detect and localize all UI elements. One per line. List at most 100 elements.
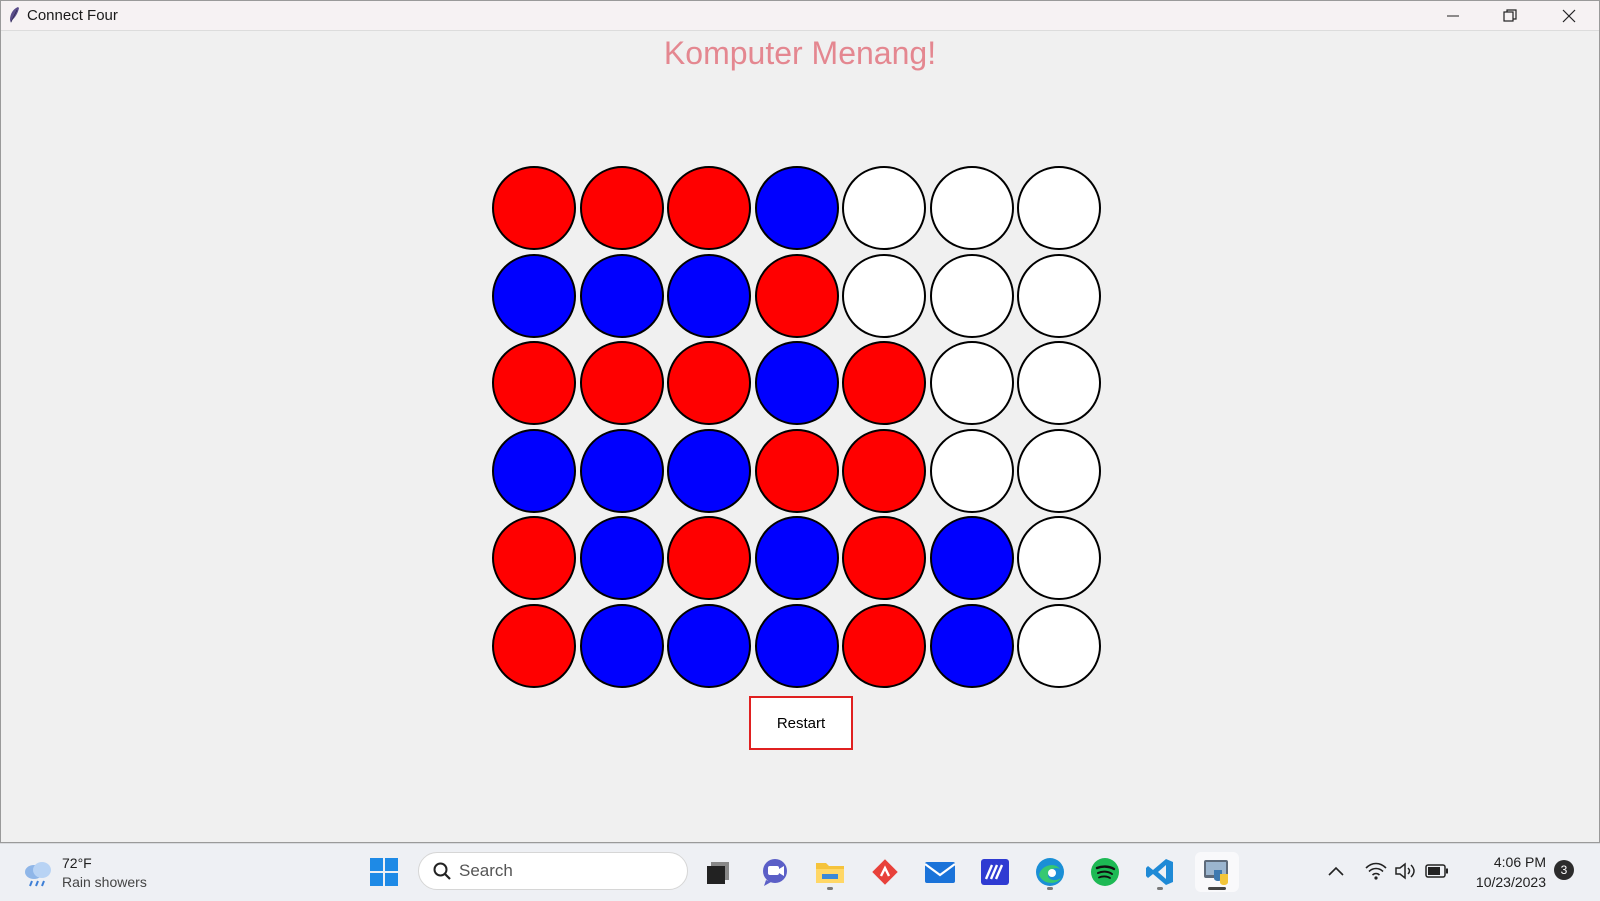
board-cell-empty[interactable] [1017,516,1101,600]
task-view-icon [707,862,729,884]
app-window: Connect Four Komputer Menang! Restart [0,0,1600,843]
task-view-button[interactable] [698,852,738,892]
spotify-icon [1091,858,1119,886]
board-cell-empty[interactable] [929,428,1014,513]
board-cell-empty[interactable] [1017,166,1101,250]
notification-badge[interactable]: 3 [1554,860,1574,880]
board-cell-red[interactable] [579,341,664,425]
board-cell-empty[interactable] [842,253,926,338]
board-cell-red[interactable] [492,603,576,688]
search-placeholder: Search [459,861,513,880]
board-cell-red[interactable] [667,341,751,425]
weather-widget[interactable]: 72°F Rain showers [22,852,147,894]
board-cell-blue[interactable] [667,428,751,513]
clock-date: 10/23/2023 [1475,874,1546,890]
code-editor-button[interactable] [975,852,1015,892]
window-title: Connect Four [27,7,118,24]
game-board[interactable] [492,166,1106,690]
board-cell-blue[interactable] [754,516,839,600]
board-cell-red[interactable] [754,428,839,513]
board-cell-red[interactable] [842,603,926,688]
file-explorer-button[interactable] [810,852,850,892]
board-cell-red[interactable] [667,166,751,250]
vscode-button[interactable] [1140,852,1180,892]
python-app-button[interactable] [1195,852,1239,892]
taskbar-search[interactable]: Search [418,852,688,890]
python-app-icon [1204,860,1228,885]
restore-button[interactable] [1482,1,1538,30]
board-cell-red[interactable] [492,516,576,600]
minimize-icon [1447,15,1459,16]
mail-button[interactable] [920,852,960,892]
board-cell-blue[interactable] [754,166,839,250]
cloud-rain-icon [25,862,51,887]
volume-status[interactable] [1392,858,1418,884]
feather-app-icon [10,7,19,23]
board-cell-empty[interactable] [1017,253,1101,338]
game-status-text: Komputer Menang! [663,35,937,71]
running-indicator [827,887,833,890]
board-cell-blue[interactable] [492,253,576,338]
board-cell-blue[interactable] [492,428,576,513]
git-app-icon [872,859,898,885]
chevron-up-icon [1328,866,1344,876]
search-icon [433,862,451,880]
board-cell-blue[interactable] [667,603,751,688]
edge-browser-icon [1036,858,1064,886]
battery-icon [1425,864,1448,878]
board-cell-red[interactable] [667,516,751,600]
close-icon [1562,9,1576,22]
board-cell-red[interactable] [754,253,839,338]
windows-start-button[interactable] [364,852,404,892]
minimize-button[interactable] [1425,1,1481,30]
board-cell-red[interactable] [842,516,926,600]
git-app-button[interactable] [865,852,905,892]
board-cell-blue[interactable] [667,253,751,338]
board-cell-empty[interactable] [842,166,926,250]
restart-button[interactable]: Restart [749,696,853,750]
battery-status[interactable] [1424,858,1450,884]
weather-temp: 72°F [62,855,92,871]
show-hidden-icons-button[interactable] [1323,858,1349,884]
board-cell-blue[interactable] [579,516,664,600]
board-cell-red[interactable] [579,166,664,250]
board-cell-blue[interactable] [929,516,1014,600]
close-button[interactable] [1541,1,1597,30]
board-cell-blue[interactable] [929,603,1014,688]
board-cell-empty[interactable] [1017,341,1101,425]
spotify-button[interactable] [1085,852,1125,892]
board-cell-red[interactable] [492,166,576,250]
file-explorer-icon [816,863,844,883]
running-indicator [1047,887,1053,890]
chat-button[interactable] [755,852,795,892]
board-cell-red[interactable] [842,341,926,425]
board-cell-blue[interactable] [579,428,664,513]
board-cell-empty[interactable] [929,166,1014,250]
edge-browser-button[interactable] [1030,852,1070,892]
code-editor-icon [981,859,1009,885]
board-cell-blue[interactable] [754,603,839,688]
volume-icon [1395,862,1415,880]
board-cell-empty[interactable] [1017,428,1101,513]
board-cell-empty[interactable] [1017,603,1101,688]
wifi-status[interactable] [1363,858,1389,884]
board-cell-blue[interactable] [754,341,839,425]
system-clock[interactable]: 4:06 PM 10/23/2023 [1462,852,1546,892]
board-cell-empty[interactable] [929,253,1014,338]
board-cell-blue[interactable] [579,253,664,338]
board-cell-red[interactable] [842,428,926,513]
board-cell-blue[interactable] [579,603,664,688]
board-cell-red[interactable] [492,341,576,425]
vscode-icon [1146,859,1173,885]
game-area: Komputer Menang! Restart [1,31,1599,843]
wifi-icon [1365,862,1387,880]
clock-time: 4:06 PM [1493,854,1546,870]
taskbar: 72°F Rain showers Search 4:06 PM 10/23/2… [0,843,1600,901]
weather-description: Rain showers [62,874,147,890]
chat-icon [763,859,787,886]
windows-start-icon [370,858,398,886]
mail-icon [924,862,956,883]
board-cell-empty[interactable] [929,341,1014,425]
running-indicator [1157,887,1163,890]
title-bar[interactable]: Connect Four [1,1,1599,31]
